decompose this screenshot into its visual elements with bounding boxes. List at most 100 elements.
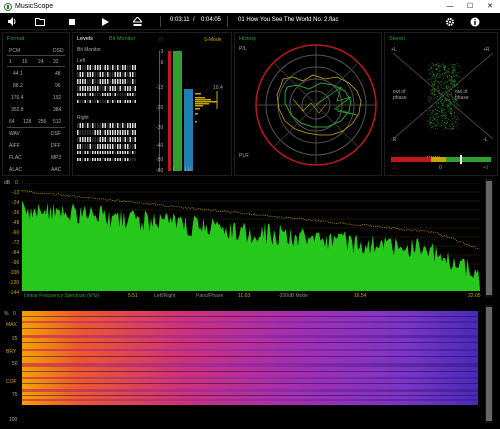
app-icon bbox=[4, 2, 12, 11]
marker-cof: COF bbox=[6, 379, 17, 385]
stop-icon[interactable] bbox=[66, 16, 78, 27]
sample-rate: 176.4 bbox=[11, 95, 24, 101]
format-title: Format bbox=[7, 36, 25, 42]
plr-label: PLR bbox=[239, 153, 249, 159]
codec: WAV bbox=[9, 131, 20, 137]
corr-zero: 0 bbox=[439, 165, 442, 171]
spectrum-x-tick: 11.03 bbox=[238, 293, 251, 299]
window-title: MusicScope bbox=[15, 3, 54, 10]
time-separator: / bbox=[193, 17, 195, 23]
dsd-rate: 64 bbox=[9, 119, 15, 125]
spectrum-y-tick: -24 bbox=[12, 200, 20, 206]
spectrum-x-tick: 16.54 bbox=[354, 293, 367, 299]
close-button[interactable]: ✕ bbox=[480, 0, 500, 13]
meter-tick: -3 bbox=[159, 49, 164, 55]
title-bar: MusicScope — ☐ ✕ bbox=[0, 0, 500, 13]
pct-label: % bbox=[4, 311, 9, 317]
spectrum-scrollbar[interactable] bbox=[485, 179, 493, 297]
out-of-phase-right: out of phase bbox=[455, 89, 469, 101]
codec: DSF bbox=[51, 131, 61, 137]
left-bit-monitor bbox=[77, 65, 136, 103]
gear-icon[interactable] bbox=[444, 16, 456, 27]
out-of-phase-left: out of phase bbox=[393, 89, 407, 101]
info-icon[interactable] bbox=[469, 16, 481, 27]
spectrum-x-tick: 5.51 bbox=[128, 293, 138, 299]
dsd-rate: 512 bbox=[53, 119, 62, 125]
sample-rate: 352.8 bbox=[11, 107, 24, 113]
bit-depth: 1 bbox=[9, 59, 12, 65]
bit-monitor-label: Bit Monitor bbox=[77, 47, 101, 53]
spectrogram-tick: 0 bbox=[13, 311, 16, 317]
right-bit-monitor bbox=[77, 123, 136, 161]
meter-tick: -12 bbox=[156, 85, 164, 91]
format-panel: Format PCM DSD 1 16 24 32 44.1 48 88.2 9… bbox=[2, 32, 70, 176]
history-radar bbox=[255, 44, 377, 166]
spectrum-y-tick: -84 bbox=[12, 250, 20, 256]
mode-200db[interactable]: -200dB Mode bbox=[278, 293, 308, 299]
marker-bry: BRY bbox=[6, 349, 17, 355]
s-mode-label: S-Mode bbox=[204, 37, 222, 43]
pcm-label: PCM bbox=[9, 48, 21, 54]
pl-label: P/L bbox=[239, 46, 247, 52]
maximize-button[interactable]: ☐ bbox=[460, 0, 480, 13]
marker-max: MAX bbox=[6, 322, 17, 328]
spectrum-x-tick: 22.05 bbox=[468, 293, 481, 299]
peak-meter-left bbox=[168, 51, 171, 171]
sample-rate: 384 bbox=[53, 107, 62, 113]
dsd-label: DSD bbox=[53, 48, 64, 54]
play-icon[interactable] bbox=[99, 16, 111, 27]
history-panel: History P/L PLR bbox=[234, 32, 382, 176]
spectrum-y-tick: -60 bbox=[12, 230, 20, 236]
minimize-button[interactable]: — bbox=[440, 0, 460, 13]
stereo-panel: Stereo +L +R -R -L out of phase out of p… bbox=[384, 32, 498, 176]
right-channel-label: Right bbox=[77, 115, 89, 121]
spectrum-y-tick: -12 bbox=[12, 190, 20, 196]
spectrogram-tick: 50 bbox=[12, 361, 18, 367]
bit-depth: 16 bbox=[22, 59, 28, 65]
stereo-title: Stereo bbox=[389, 36, 406, 42]
meter-tick: -30 bbox=[156, 125, 164, 131]
codec: MP3 bbox=[51, 155, 62, 161]
total-time: 0:04:05 bbox=[201, 17, 222, 23]
spectrum-y-tick: -36 bbox=[12, 210, 20, 216]
spectrum-y-tick: -72 bbox=[12, 240, 20, 246]
corr-minus: -1 bbox=[391, 165, 396, 171]
spectrogram-tick: 100 bbox=[9, 417, 18, 423]
corr-plus: +1 bbox=[483, 165, 489, 171]
spectrum-y-tick: -120 bbox=[9, 280, 20, 286]
meter-l-label: L bbox=[173, 167, 176, 173]
spectrum-y-tick: -108 bbox=[9, 270, 20, 276]
spectrogram-scrollbar[interactable] bbox=[485, 305, 493, 423]
correlation-meter bbox=[391, 157, 491, 162]
sample-rate-active: 44.1 bbox=[13, 71, 23, 77]
bit-depth-active: 24 bbox=[38, 59, 44, 65]
spectrum-scroll-thumb[interactable] bbox=[486, 181, 492, 295]
meter-tick: -20 bbox=[156, 105, 164, 111]
correlation-needle bbox=[460, 155, 462, 164]
folder-icon[interactable] bbox=[34, 16, 46, 27]
spectrum-y-tick: -96 bbox=[12, 260, 20, 266]
eject-icon[interactable] bbox=[131, 16, 143, 27]
spectrogram-scroll-thumb[interactable] bbox=[486, 307, 492, 421]
codec: AIFF bbox=[9, 143, 20, 149]
spectrum-label: Linear Frequency Spectrum (kHz) bbox=[24, 293, 100, 299]
levels-panel: Levels Bit Monitor Bit Monitor Left Righ… bbox=[72, 32, 232, 176]
mode-pano-phase[interactable]: Pano/Phase bbox=[196, 293, 223, 299]
bit-monitor-tab[interactable]: Bit Monitor bbox=[109, 36, 135, 42]
spectrogram-tick: 25 bbox=[12, 336, 18, 342]
speaker-icon[interactable] bbox=[6, 16, 18, 27]
sample-rate: 88.2 bbox=[13, 83, 23, 89]
spectrum-y-tick: -48 bbox=[12, 220, 20, 226]
meter-tick: -40 bbox=[156, 143, 164, 149]
level-meter-left bbox=[173, 51, 182, 171]
sample-rate: 48 bbox=[55, 71, 61, 77]
levels-title: Levels bbox=[77, 36, 93, 42]
track-title: 01 How You See The World No. 2.flac bbox=[238, 17, 339, 23]
spectrum-graph bbox=[22, 183, 480, 291]
dsd-rate: 128 bbox=[23, 119, 32, 125]
mode-left-right[interactable]: Left/Right bbox=[154, 293, 175, 299]
meter-tick: -6 bbox=[159, 60, 164, 66]
meter-scale-top: 0 bbox=[159, 37, 162, 43]
meter-lu-label: LU bbox=[185, 167, 192, 173]
spectrogram-image bbox=[22, 311, 478, 405]
